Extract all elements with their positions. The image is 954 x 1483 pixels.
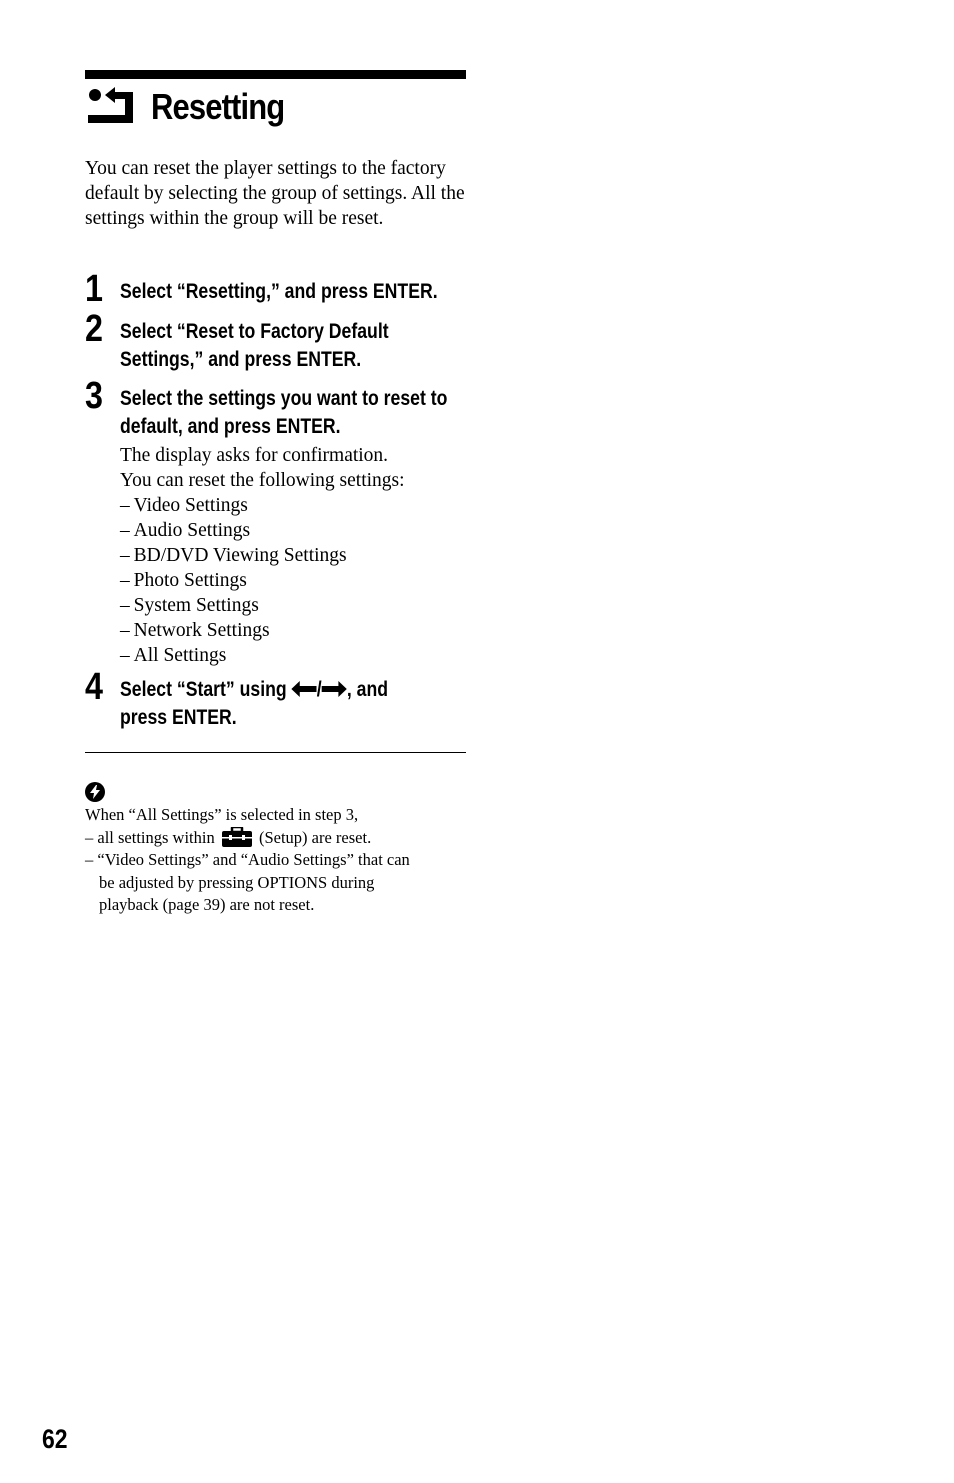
step-instruction: Select “Reset to Factory Default Setting…: [120, 318, 473, 374]
step-line: Select “Reset to Factory Default: [120, 320, 389, 343]
settings-list-intro: You can reset the following settings:: [120, 470, 405, 491]
note-line: – all settings within (Setup) are reset.: [85, 826, 475, 850]
note-line: – “Video Settings” and “Audio Settings” …: [85, 850, 410, 869]
reset-arrow-icon: [88, 87, 133, 123]
intro-paragraph: You can reset the player settings to the…: [85, 158, 465, 229]
settings-list-item: – System Settings: [120, 595, 259, 616]
right-arrow-icon: [321, 681, 347, 697]
hint-icon: [85, 782, 105, 802]
note-line: When “All Settings” is selected in step …: [85, 805, 359, 824]
step-line: Select “Start” using /, and: [120, 676, 473, 704]
page-title: Resetting: [151, 86, 285, 127]
step-text-part: Select “Start” using: [120, 678, 292, 701]
confirmation-text: The display asks for confirmation.: [120, 445, 389, 466]
left-arrow-icon: [291, 681, 317, 697]
note-text-part: – all settings within: [85, 827, 219, 847]
step-instruction: Select “Start” using /, and press ENTER.: [120, 676, 473, 732]
step-number: 3: [85, 375, 103, 417]
settings-list-item: – Video Settings: [120, 495, 248, 516]
settings-list-item: – Audio Settings: [120, 520, 251, 541]
step-line: default, and press ENTER.: [120, 415, 341, 438]
setup-toolbox-icon: [221, 826, 252, 847]
step-number: 2: [85, 308, 103, 350]
step-line: Settings,” and press ENTER.: [120, 348, 362, 371]
step-line: Select the settings you want to reset to: [120, 387, 448, 410]
note-text-part: (Setup) are reset.: [254, 827, 372, 847]
step-line: Select “Resetting,” and press ENTER.: [120, 280, 438, 303]
settings-list-item: – BD/DVD Viewing Settings: [120, 545, 347, 566]
step-line: press ENTER.: [120, 706, 237, 729]
heading-rule: [85, 70, 466, 79]
section-heading: Resetting: [85, 84, 306, 130]
step-text-part: , and: [346, 678, 389, 701]
settings-list-item: – Network Settings: [120, 620, 270, 641]
step-number: 1: [85, 268, 103, 310]
section-divider: [85, 752, 466, 753]
step-instruction: Select the settings you want to reset to…: [120, 385, 473, 441]
settings-list-item: – Photo Settings: [120, 570, 247, 591]
step-number: 4: [85, 666, 103, 708]
note-line: be adjusted by pressing OPTIONS during: [99, 872, 375, 892]
note-line: playback (page 39) are not reset.: [99, 895, 315, 914]
hint-notes: When “All Settings” is selected in step …: [85, 804, 475, 917]
settings-list-item: – All Settings: [120, 645, 227, 666]
step-3-details: The display asks for confirmation. You c…: [120, 443, 405, 668]
step-instruction: Select “Resetting,” and press ENTER.: [120, 278, 473, 306]
page-number: 62: [42, 1424, 68, 1454]
